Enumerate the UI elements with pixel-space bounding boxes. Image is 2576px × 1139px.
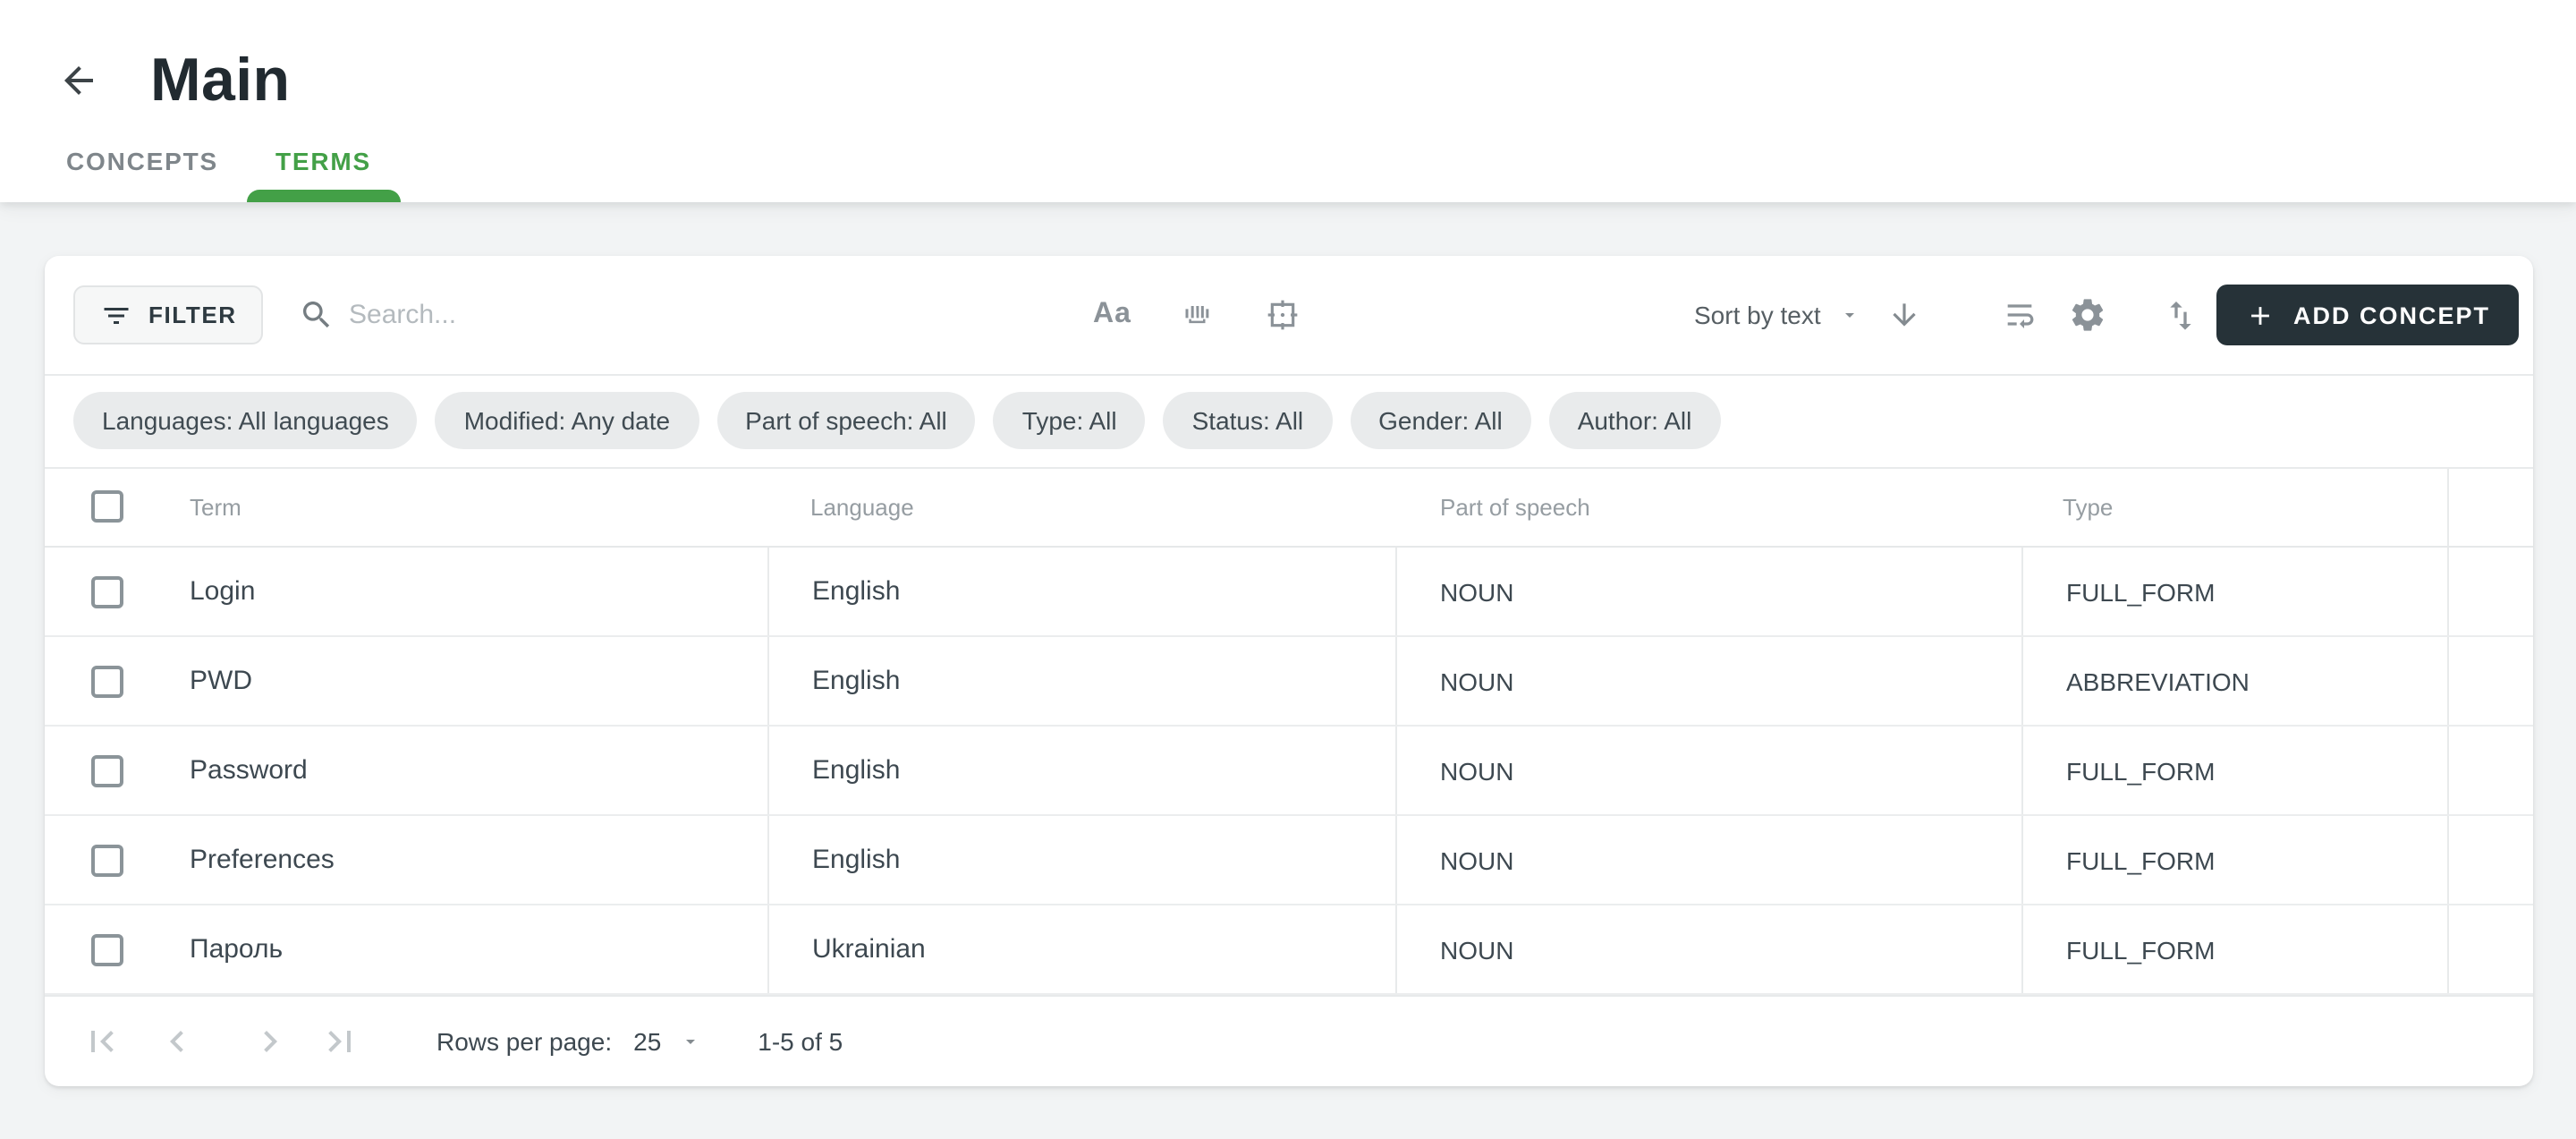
type-cell: ABBREVIATION — [2066, 667, 2250, 695]
part-of-speech-cell: NOUN — [1440, 756, 1513, 785]
title-row: Main — [0, 0, 2576, 118]
sort-by-dropdown[interactable]: Sort by text — [1694, 301, 1821, 329]
chip-author-label: Author: All — [1578, 407, 1692, 436]
filter-button[interactable]: FILTER — [73, 285, 264, 344]
add-concept-label: ADD CONCEPT — [2293, 302, 2490, 328]
term-cell: Пароль — [190, 934, 283, 965]
chip-gender[interactable]: Gender: All — [1350, 393, 1531, 450]
filter-button-label: FILTER — [148, 302, 237, 328]
part-of-speech-cell: NOUN — [1440, 935, 1513, 964]
term-cell: Password — [190, 755, 308, 786]
column-header-term: Term — [190, 494, 242, 521]
column-header-part-of-speech: Part of speech — [1440, 494, 1590, 521]
rows-per-page-label: Rows per page: — [436, 1027, 612, 1056]
row-checkbox[interactable] — [91, 844, 123, 876]
back-button[interactable] — [57, 59, 100, 102]
arrow-back-icon — [57, 59, 100, 102]
chip-gender-label: Gender: All — [1378, 407, 1503, 436]
chip-type-label: Type: All — [1022, 407, 1117, 436]
pinned-column-spacer — [2446, 816, 2533, 904]
crosshair-frame-icon[interactable] — [1265, 297, 1301, 333]
select-all-checkbox[interactable] — [91, 491, 123, 523]
pinned-column-spacer — [2446, 727, 2533, 814]
chip-modified[interactable]: Modified: Any date — [436, 393, 699, 450]
part-of-speech-cell: NOUN — [1440, 577, 1513, 606]
pinned-column-spacer — [2446, 548, 2533, 635]
table-header: Term Language Part of speech Type — [45, 468, 2533, 548]
tab-concepts[interactable]: CONCEPTS — [38, 118, 247, 202]
chip-languages-label: Languages: All languages — [102, 407, 389, 436]
app-bar: Main CONCEPTS TERMS — [0, 0, 2576, 202]
toolbar: FILTER Aa — [45, 256, 2533, 376]
active-tab-indicator — [247, 190, 400, 202]
next-page-icon[interactable] — [249, 1020, 292, 1063]
barcode-icon[interactable] — [1179, 297, 1215, 333]
type-cell: FULL_FORM — [2066, 935, 2215, 964]
plus-icon — [2245, 300, 2275, 330]
filter-list-icon — [100, 299, 132, 331]
rows-per-page-value[interactable]: 25 — [633, 1027, 661, 1056]
sort-direction-icon[interactable] — [1887, 298, 1921, 332]
last-page-icon[interactable] — [318, 1020, 361, 1063]
term-cell: Preferences — [190, 845, 335, 875]
first-page-icon[interactable] — [80, 1020, 123, 1063]
type-cell: FULL_FORM — [2066, 846, 2215, 874]
column-header-type: Type — [2063, 494, 2113, 521]
type-cell: FULL_FORM — [2066, 756, 2215, 785]
row-checkbox[interactable] — [91, 754, 123, 786]
row-checkbox[interactable] — [91, 933, 123, 965]
chip-modified-label: Modified: Any date — [464, 407, 670, 436]
part-of-speech-cell: NOUN — [1440, 667, 1513, 695]
table-row[interactable]: Preferences English NOUN FULL_FORM — [45, 816, 2533, 905]
previous-page-icon[interactable] — [156, 1020, 199, 1063]
table-row[interactable]: PWD English NOUN ABBREVIATION — [45, 637, 2533, 727]
rows-per-page-caret-icon[interactable] — [679, 1031, 700, 1052]
settings-gear-icon[interactable] — [2068, 295, 2107, 335]
search-input[interactable] — [349, 300, 993, 330]
tab-terms[interactable]: TERMS — [247, 118, 400, 202]
language-cell: English — [812, 576, 900, 607]
language-cell: Ukrainian — [812, 934, 926, 965]
table-row[interactable]: Login English NOUN FULL_FORM — [45, 548, 2533, 637]
content-area: FILTER Aa — [0, 202, 2576, 1139]
chip-part-of-speech-label: Part of speech: All — [745, 407, 947, 436]
row-checkbox[interactable] — [91, 665, 123, 697]
search-icon[interactable] — [299, 297, 335, 333]
chip-languages[interactable]: Languages: All languages — [73, 393, 418, 450]
tab-concepts-label: CONCEPTS — [66, 146, 218, 174]
language-cell: English — [812, 666, 900, 696]
pagination-range: 1-5 of 5 — [758, 1027, 843, 1056]
column-header-language: Language — [810, 494, 914, 521]
chip-author[interactable]: Author: All — [1549, 393, 1721, 450]
match-case-icon[interactable]: Aa — [1093, 299, 1131, 331]
terms-card: FILTER Aa — [45, 256, 2533, 1085]
term-cell: PWD — [190, 666, 252, 696]
sort-by-caret-icon[interactable] — [1839, 304, 1860, 326]
term-cell: Login — [190, 576, 255, 607]
import-export-icon[interactable] — [2163, 297, 2199, 333]
pagination-bar: Rows per page: 25 1-5 of 5 — [45, 995, 2533, 1085]
pinned-column-spacer — [2446, 468, 2533, 546]
chip-part-of-speech[interactable]: Part of speech: All — [716, 393, 976, 450]
app-viewport: Main CONCEPTS TERMS FILTER — [0, 0, 2576, 1139]
chip-status-label: Status: All — [1192, 407, 1304, 436]
page-title: Main — [150, 46, 291, 115]
language-cell: English — [812, 755, 900, 786]
tab-terms-label: TERMS — [275, 146, 371, 174]
row-checkbox[interactable] — [91, 575, 123, 608]
part-of-speech-cell: NOUN — [1440, 846, 1513, 874]
table-row[interactable]: Пароль Ukrainian NOUN FULL_FORM — [45, 905, 2533, 995]
tab-bar: CONCEPTS TERMS — [0, 118, 2576, 202]
language-cell: English — [812, 845, 900, 875]
table-row[interactable]: Password English NOUN FULL_FORM — [45, 727, 2533, 816]
filter-chips-row: Languages: All languages Modified: Any d… — [45, 376, 2533, 468]
pinned-column-spacer — [2446, 905, 2533, 993]
chip-status[interactable]: Status: All — [1164, 393, 1333, 450]
wrap-text-icon[interactable] — [2002, 297, 2038, 333]
pinned-column-spacer — [2446, 637, 2533, 725]
chip-type[interactable]: Type: All — [994, 393, 1146, 450]
add-concept-button[interactable]: ADD CONCEPT — [2216, 285, 2519, 345]
type-cell: FULL_FORM — [2066, 577, 2215, 606]
